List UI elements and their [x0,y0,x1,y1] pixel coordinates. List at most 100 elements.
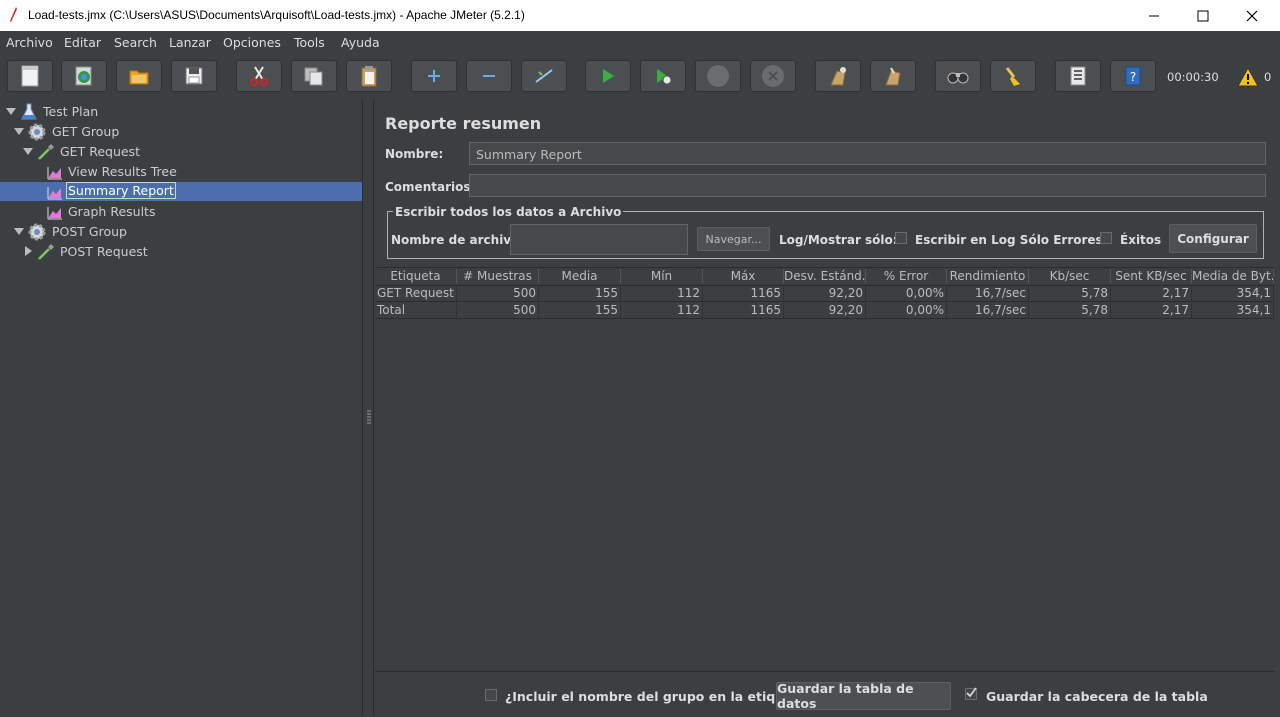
col-header-avg-bytes[interactable]: Media de Byt... [1192,269,1274,284]
function-helper-button[interactable] [1055,60,1101,92]
reset-broom-icon [1005,67,1020,86]
cut-button[interactable] [236,60,282,92]
copy-button[interactable] [291,60,337,92]
chart-icon [47,207,62,220]
collapsed-toggle-icon[interactable] [23,246,33,256]
browse-button[interactable]: Navegar... [697,227,770,251]
tree-node-summary-report[interactable]: Summary Report [0,182,362,201]
close-button[interactable] [1229,0,1275,31]
shutdown-icon [762,65,784,87]
table-cell: 112 [621,303,703,318]
configure-button[interactable]: Configurar [1169,224,1257,253]
split-pane-divider[interactable] [363,99,374,716]
menu-search[interactable]: Search [114,35,157,50]
open-folder-icon [129,70,149,85]
broom-clear-icon [830,67,846,86]
tree-node-graph-results[interactable]: Graph Results [0,202,362,221]
table-cell: 354,1 [1192,286,1274,301]
include-group-checkbox[interactable] [485,689,497,701]
window-title: Load-tests.jmx (C:\Users\ASUS\Documents\… [28,8,525,22]
expanded-toggle-icon[interactable] [14,126,24,136]
tree-node-get-group[interactable]: GET Group [0,122,362,141]
expanded-toggle-icon[interactable] [6,106,16,116]
table-cell: 2,17 [1111,303,1192,318]
start-no-pauses-button[interactable] [640,60,686,92]
table-cell: 1165 [703,303,784,318]
col-header-std-dev[interactable]: Desv. Estánd. [784,269,866,284]
tree-node-label: GET Group [52,124,120,139]
table-row[interactable]: GET Request 500 155 112 1165 92,20 0,00%… [375,285,1274,302]
tree-node-post-group[interactable]: POST Group [0,222,362,241]
toggle-button[interactable] [521,60,567,92]
save-button[interactable] [171,60,217,92]
menu-archivo[interactable]: Archivo [6,35,53,50]
table-cell: 354,1 [1192,303,1274,318]
binoculars-icon [947,72,969,84]
log-warnings[interactable]: 0 [1237,67,1277,87]
minimize-button[interactable] [1131,0,1177,31]
menu-opciones[interactable]: Opciones [223,35,281,50]
paste-button[interactable] [346,60,392,92]
col-header-throughput[interactable]: Rendimiento [947,269,1029,284]
tree-node-get-request[interactable]: GET Request [0,142,362,161]
table-cell: 5,78 [1029,303,1111,318]
tree-node-view-results-tree[interactable]: View Results Tree [0,162,362,181]
table-cell: 155 [539,286,621,301]
col-header-sent-kb-sec[interactable]: Sent KB/sec [1111,269,1192,284]
comments-input[interactable] [469,174,1266,197]
menu-bar: Archivo Editar Search Lanzar Opciones To… [0,31,1280,53]
shutdown-button[interactable] [750,60,796,92]
stop-button[interactable] [695,60,741,92]
expanded-toggle-icon[interactable] [23,146,33,156]
svg-text:?: ? [1130,70,1136,84]
save-header-checkbox[interactable] [965,687,977,700]
col-header-samples[interactable]: # Muestras [457,269,539,284]
maximize-button[interactable] [1180,0,1226,31]
save-table-button[interactable]: Guardar la tabla de datos [776,681,951,711]
successes-checkbox[interactable] [1100,232,1112,244]
filename-input[interactable] [510,224,688,255]
menu-lanzar[interactable]: Lanzar [169,35,211,50]
open-button[interactable] [116,60,162,92]
search-button[interactable] [935,60,981,92]
tree-node-post-request[interactable]: POST Request [0,242,362,261]
menu-ayuda[interactable]: Ayuda [341,35,380,50]
help-button[interactable]: ? [1110,60,1156,92]
table-cell: 500 [457,303,539,318]
new-document-icon [21,65,39,87]
write-to-file-title: Escribir todos los datos a Archivo [393,205,624,219]
tree-node-test-plan[interactable]: Test Plan [0,102,362,121]
col-header-average[interactable]: Media [539,269,621,284]
col-header-max[interactable]: Máx [703,269,784,284]
table-cell: Total [375,303,457,318]
chart-icon [47,187,62,200]
warning-icon [1237,67,1259,87]
col-header-min[interactable]: Mín [621,269,703,284]
maximize-icon [1197,10,1209,21]
menu-editar[interactable]: Editar [64,35,101,50]
expand-all-button[interactable] [411,60,457,92]
new-button[interactable] [7,60,53,92]
tree-node-label: View Results Tree [68,164,177,179]
menu-tools[interactable]: Tools [294,35,325,50]
checkmark-icon [966,687,977,698]
tree-node-label: POST Request [60,244,148,259]
save-header-label: Guardar la cabecera de la tabla [986,689,1208,704]
col-header-kb-sec[interactable]: Kb/sec [1029,269,1111,284]
table-row[interactable]: Total 500 155 112 1165 92,20 0,00% 16,7/… [375,302,1274,319]
paste-clipboard-icon [361,66,377,87]
clear-button[interactable] [815,60,861,92]
tree-node-label: Graph Results [68,204,156,219]
templates-button[interactable] [61,60,107,92]
chart-icon [47,167,62,180]
reset-search-button[interactable] [990,60,1036,92]
errors-only-checkbox[interactable] [895,232,907,244]
clear-all-button[interactable] [870,60,916,92]
col-header-label[interactable]: Etiqueta [375,269,457,284]
collapse-all-button[interactable] [466,60,512,92]
col-header-error[interactable]: % Error [866,269,947,284]
expanded-toggle-icon[interactable] [14,226,24,236]
name-input[interactable]: Summary Report [469,142,1266,165]
errors-only-label: Escribir en Log Sólo Errores [915,233,1103,247]
start-button[interactable] [585,60,631,92]
